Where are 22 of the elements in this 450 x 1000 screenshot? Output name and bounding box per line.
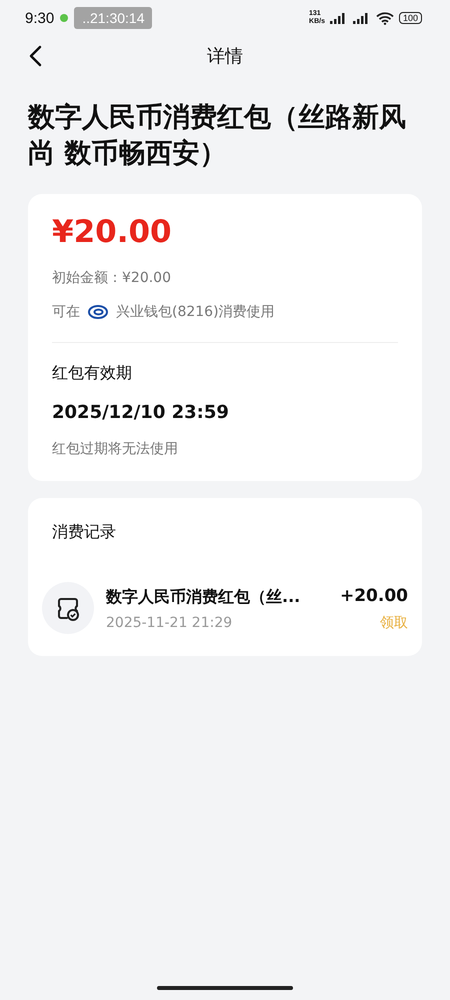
back-icon[interactable] — [28, 45, 42, 67]
validity-note: 红包过期将无法使用 — [52, 440, 179, 459]
voucher-check-icon — [42, 582, 94, 634]
status-time: 9:30 — [25, 10, 54, 26]
wallet-name: 兴业钱包(8216)消费使用 — [116, 303, 275, 322]
battery-indicator: 100 — [398, 12, 422, 24]
record-time: 2025-11-21 21:29 — [106, 615, 234, 631]
app-notification-icon — [59, 13, 70, 23]
balance-amount: ¥20.00 — [52, 213, 173, 252]
records-title: 消费记录 — [52, 521, 117, 543]
initial-amount: 初始金额：¥20.00 — [52, 269, 172, 288]
validity-date: 2025/12/10 23:59 — [52, 401, 230, 425]
spiral-logo-icon — [88, 305, 108, 319]
record-type: 领取 — [379, 614, 408, 632]
record-amount: +20.00 — [340, 585, 408, 608]
validity-label: 红包有效期 — [52, 362, 133, 384]
packet-title: 数字人民币消费红包（丝路新风尚 数币畅西安） — [28, 101, 407, 171]
page-title: 详情 — [207, 45, 243, 68]
record-name: 数字人民币消费红包（丝... — [106, 586, 302, 608]
floating-clock: ..21:30:14 — [74, 7, 152, 29]
usable-label: 可在 — [52, 303, 80, 322]
wifi-icon — [376, 12, 394, 24]
